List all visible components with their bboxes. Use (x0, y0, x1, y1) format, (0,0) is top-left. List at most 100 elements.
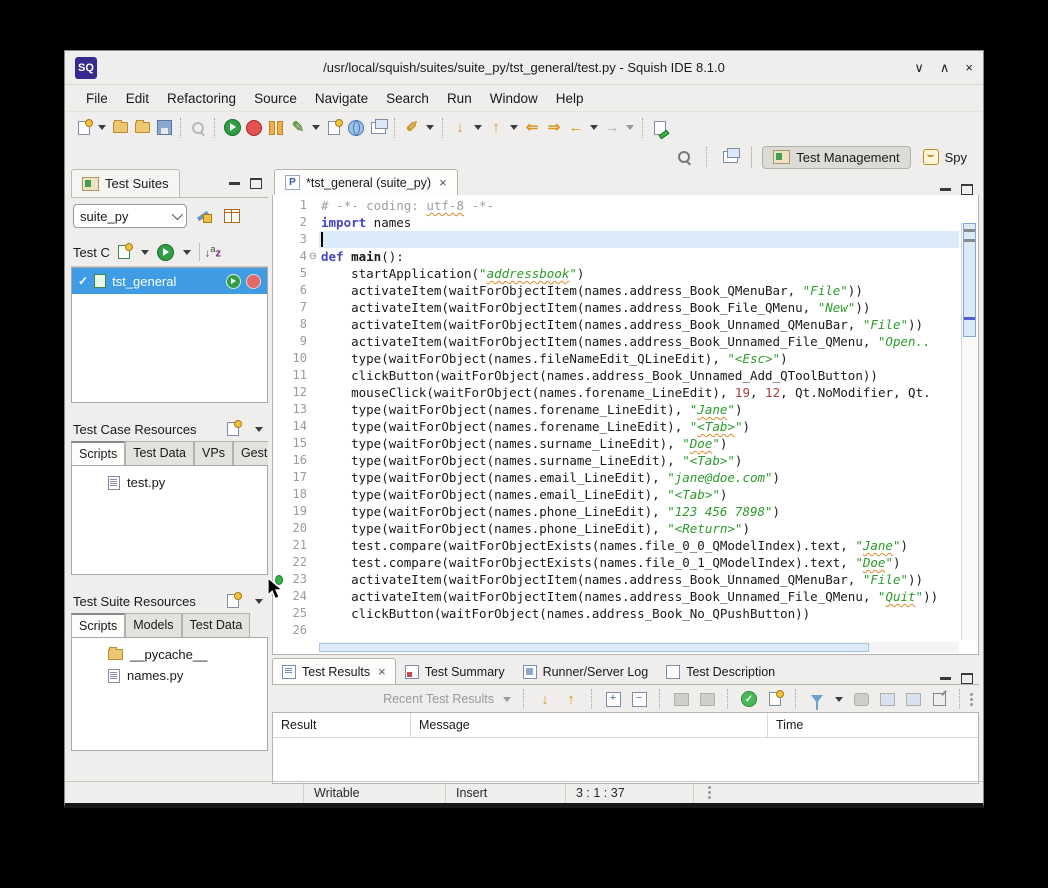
tab-models[interactable]: Models (125, 613, 181, 637)
import-results-icon[interactable] (902, 688, 924, 710)
forward-history-icon[interactable]: → (601, 117, 623, 139)
open-external-icon[interactable] (928, 688, 950, 710)
new-resource-icon[interactable] (222, 418, 244, 440)
code-line[interactable]: 17 type(waitForObject(names.email_LineEd… (273, 469, 959, 486)
verify-icon[interactable]: ✓ (738, 688, 760, 710)
code-line[interactable]: 15 type(waitForObject(names.surname_Line… (273, 435, 959, 452)
code-line[interactable]: 19 type(waitForObject(names.phone_LineEd… (273, 503, 959, 520)
video-capture-icon[interactable] (696, 688, 718, 710)
search-objects-icon[interactable] (187, 117, 209, 139)
code-line[interactable]: 5 startApplication("addressbook") (273, 265, 959, 282)
fold-collapse-icon[interactable]: ⊖ (307, 248, 319, 265)
import-suite-icon[interactable] (131, 117, 153, 139)
sort-az-icon[interactable]: ↓az (205, 245, 221, 260)
code-line[interactable]: 22 test.compare(waitForObjectExists(name… (273, 554, 959, 571)
code-line[interactable]: 12 mouseClick(waitForObject(names.forena… (273, 384, 959, 401)
column-time[interactable]: Time (768, 713, 978, 737)
code-line[interactable]: 25 clickButton(waitForObject(names.addre… (273, 605, 959, 622)
tab-vps[interactable]: VPs (194, 441, 233, 465)
run-suite-dropdown-icon[interactable] (183, 250, 191, 255)
code-line[interactable]: 4⊖def main(): (273, 248, 959, 265)
clear-results-icon[interactable] (850, 688, 872, 710)
code-line[interactable]: 2import names (273, 214, 959, 231)
tab-test-description[interactable]: Test Description (657, 659, 784, 684)
new-test-case-dropdown-icon[interactable] (141, 250, 149, 255)
windows-layout-icon[interactable] (367, 117, 389, 139)
prev-annotation-dropdown-icon[interactable] (510, 125, 518, 130)
tab-suite-test-data[interactable]: Test Data (182, 613, 251, 637)
quick-fix-dropdown-icon[interactable] (426, 125, 434, 130)
picker-dropdown-icon[interactable] (312, 125, 320, 130)
web-icon[interactable] (345, 117, 367, 139)
search-icon[interactable] (673, 146, 695, 168)
close-button[interactable]: × (965, 60, 973, 76)
bottom-minimize-icon[interactable] (940, 677, 951, 680)
run-suite-icon[interactable] (155, 241, 177, 263)
view-menu-icon[interactable] (970, 693, 973, 706)
new-test-suite-icon[interactable] (73, 117, 95, 139)
menu-file[interactable]: File (77, 88, 117, 109)
tab-scripts[interactable]: Scripts (71, 441, 125, 465)
tab-test-summary[interactable]: Test Summary (396, 659, 514, 684)
stop-test-case-icon[interactable] (246, 274, 261, 289)
screenshots-icon[interactable] (670, 688, 692, 710)
file-item-test-py[interactable]: test.py (72, 472, 267, 493)
expand-all-icon[interactable]: + (602, 688, 624, 710)
menu-navigate[interactable]: Navigate (306, 88, 377, 109)
maximize-button[interactable]: ∧ (940, 60, 950, 76)
back-history-icon[interactable]: ← (565, 117, 587, 139)
last-edit-back-icon[interactable]: ⇐ (521, 117, 543, 139)
menu-edit[interactable]: Edit (117, 88, 158, 109)
code-line[interactable]: 1# -*- coding: utf-8 -*- (273, 197, 959, 214)
perspective-test-management-button[interactable]: Test Management (762, 146, 910, 169)
tab-test-results[interactable]: Test Results × (272, 658, 396, 684)
code-line[interactable]: 24 activateItem(waitForObjectItem(names.… (273, 588, 959, 605)
menu-refactoring[interactable]: Refactoring (158, 88, 245, 109)
code-line[interactable]: 11 clickButton(waitForObject(names.addre… (273, 367, 959, 384)
recent-results-dropdown-icon[interactable] (503, 697, 511, 702)
tab-test-data[interactable]: Test Data (125, 441, 194, 465)
next-annotation-icon[interactable]: ↓ (449, 117, 471, 139)
panel-maximize-icon[interactable] (250, 178, 262, 189)
recent-test-results-dropdown[interactable]: Recent Test Results (383, 692, 494, 706)
file-item-names-py[interactable]: names.py (72, 665, 267, 686)
new-report-icon[interactable] (764, 688, 786, 710)
prev-annotation-icon[interactable]: ↑ (485, 117, 507, 139)
editor-vertical-scrollbar[interactable] (961, 223, 977, 640)
editor-tab-close-icon[interactable]: × (439, 175, 447, 190)
code-line[interactable]: 23 activateItem(waitForObjectItem(names.… (273, 571, 959, 588)
next-result-icon[interactable]: ↓ (534, 688, 556, 710)
menu-run[interactable]: Run (438, 88, 481, 109)
prev-result-icon[interactable]: ↑ (560, 688, 582, 710)
code-line[interactable]: 16 type(waitForObject(names.surname_Line… (273, 452, 959, 469)
menu-help[interactable]: Help (547, 88, 593, 109)
code-line[interactable]: 20 type(waitForObject(names.phone_LineEd… (273, 520, 959, 537)
code-line[interactable]: 21 test.compare(waitForObjectExists(name… (273, 537, 959, 554)
code-line[interactable]: 6 activateItem(waitForObjectItem(names.a… (273, 282, 959, 299)
back-history-dropdown-icon[interactable] (590, 125, 598, 130)
code-line[interactable]: 9 activateItem(waitForObjectItem(names.a… (273, 333, 959, 350)
last-edit-forward-icon[interactable]: ⇒ (543, 117, 565, 139)
new-dropdown-icon[interactable] (98, 125, 106, 130)
test-case-item-tst-general[interactable]: ✓ tst_general (72, 268, 267, 294)
launch-aut-icon[interactable] (221, 117, 243, 139)
open-suite-icon[interactable] (109, 117, 131, 139)
editor-maximize-icon[interactable] (961, 184, 973, 195)
code-line[interactable]: 14 type(waitForObject(names.forename_Lin… (273, 418, 959, 435)
open-perspective-icon[interactable] (719, 146, 741, 168)
code-line[interactable]: 7 activateItem(waitForObjectItem(names.a… (273, 299, 959, 316)
open-editor-icon[interactable] (649, 117, 671, 139)
tab-gestures[interactable]: Gest (233, 441, 268, 465)
new-suite-resource-icon[interactable] (222, 590, 244, 612)
column-result[interactable]: Result (273, 713, 411, 737)
quick-fix-icon[interactable]: ✐ (401, 117, 423, 139)
run-test-case-icon[interactable] (226, 274, 241, 289)
new-suite-resource-dropdown-icon[interactable] (255, 599, 263, 604)
column-message[interactable]: Message (411, 713, 768, 737)
tab-runner-server-log[interactable]: Runner/Server Log (514, 659, 658, 684)
code-editor[interactable]: 1# -*- coding: utf-8 -*-2import names34⊖… (272, 195, 979, 655)
editor-minimize-icon[interactable] (940, 188, 951, 191)
editor-horizontal-scrollbar[interactable] (319, 642, 959, 653)
code-lines[interactable]: 1# -*- coding: utf-8 -*-2import names34⊖… (273, 197, 959, 639)
suite-config-icon[interactable] (221, 205, 243, 227)
